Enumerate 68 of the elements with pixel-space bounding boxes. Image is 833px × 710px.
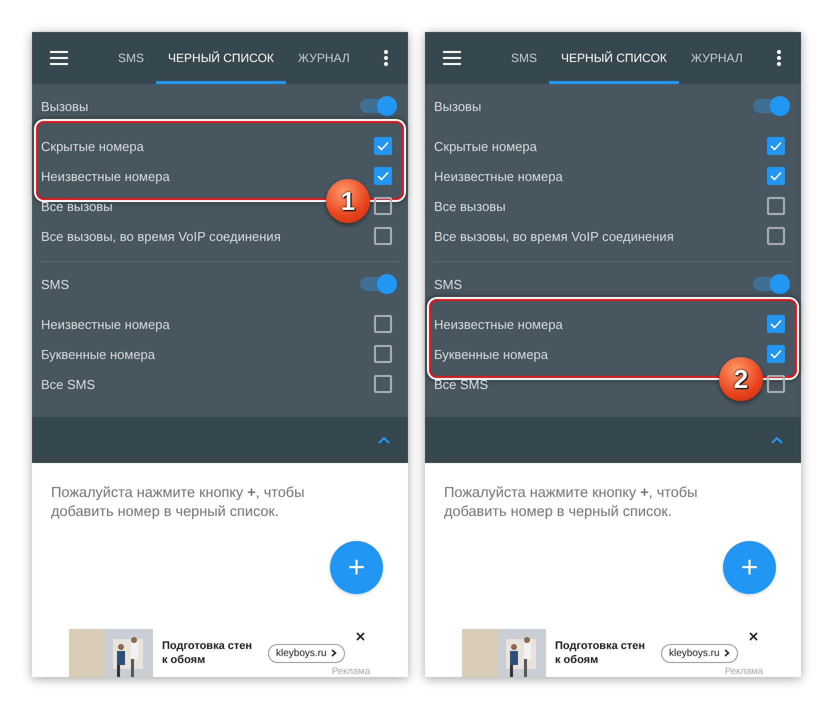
check-icon xyxy=(377,141,389,151)
checkbox[interactable] xyxy=(767,167,785,185)
checkbox[interactable] xyxy=(767,197,785,215)
option-label: Буквенные номера xyxy=(41,346,156,362)
checkbox[interactable] xyxy=(767,345,785,363)
option-label: Неизвестные номера xyxy=(434,316,563,332)
menu-icon[interactable] xyxy=(50,51,68,65)
check-icon xyxy=(770,171,782,181)
ad-link-button[interactable]: kleyboys.ru xyxy=(661,644,738,662)
option-label: Неизвестные номера xyxy=(41,316,170,332)
check-icon xyxy=(770,141,782,151)
option-label: Все вызовы, во время VoIP соединения xyxy=(41,228,281,244)
close-icon[interactable] xyxy=(749,632,758,641)
option-label: Скрытые номера xyxy=(434,138,537,154)
add-button[interactable]: + xyxy=(723,541,776,594)
chevron-up-icon[interactable] xyxy=(771,436,783,444)
toggle-switch[interactable] xyxy=(360,99,394,113)
section-title: SMS xyxy=(434,276,462,292)
ad-link-button[interactable]: kleyboys.ru xyxy=(268,644,345,662)
option-label: Все вызовы, во время VoIP соединения xyxy=(434,228,674,244)
section-title: Вызовы xyxy=(41,98,88,114)
check-icon xyxy=(770,319,782,329)
check-icon xyxy=(377,171,389,181)
tab[interactable]: ЖУРНАЛ xyxy=(678,32,755,84)
option-label: Скрытые номера xyxy=(41,138,144,154)
checkbox[interactable] xyxy=(767,315,785,333)
add-button[interactable]: + xyxy=(330,541,383,594)
checkbox[interactable] xyxy=(767,375,785,393)
menu-icon[interactable] xyxy=(443,51,461,65)
number-badge: 1 xyxy=(326,179,370,223)
ad-title: Подготовка стен к обоям xyxy=(555,639,646,667)
checkbox[interactable] xyxy=(374,167,392,185)
option-label: Все SMS xyxy=(41,376,96,392)
option-label: Все SMS xyxy=(434,376,488,392)
more-icon[interactable] xyxy=(776,50,781,66)
number-badge: 2 xyxy=(719,357,763,401)
more-icon[interactable] xyxy=(384,50,388,66)
section-title: Вызовы xyxy=(434,98,482,114)
empty-message: Пожалуйста нажмите кнопку +, чтобы добавить номер в черный список. xyxy=(444,484,699,522)
ad-label: Реклама xyxy=(332,666,370,677)
checkbox[interactable] xyxy=(374,227,392,245)
tab[interactable]: SMS xyxy=(499,32,550,84)
checkbox[interactable] xyxy=(374,197,392,215)
checkbox[interactable] xyxy=(374,345,392,363)
chevron-right-icon xyxy=(724,649,730,657)
check-icon xyxy=(770,349,782,359)
option-label: Неизвестные номера xyxy=(434,168,563,184)
option-label: Все вызовы xyxy=(41,198,113,214)
tab[interactable]: SMS xyxy=(106,32,156,84)
empty-message: Пожалуйста нажмите кнопку +, чтобы добавить номер в черный список. xyxy=(51,484,306,522)
option-label: Буквенные номера xyxy=(434,346,548,362)
checkbox[interactable] xyxy=(374,375,392,393)
toggle-switch[interactable] xyxy=(753,277,787,291)
section-title: SMS xyxy=(41,276,70,292)
checkbox[interactable] xyxy=(767,137,785,155)
tab[interactable]: ЖУРНАЛ xyxy=(286,32,362,84)
option-label: Все вызовы xyxy=(434,198,506,214)
checkbox[interactable] xyxy=(374,315,392,333)
checkbox[interactable] xyxy=(767,227,785,245)
ad-label: Реклама xyxy=(724,666,763,677)
toggle-switch[interactable] xyxy=(753,99,787,113)
chevron-up-icon[interactable] xyxy=(378,436,390,444)
toggle-switch[interactable] xyxy=(360,277,394,291)
option-label: Неизвестные номера xyxy=(41,168,170,184)
ad-title: Подготовка стен к обоям xyxy=(162,639,254,667)
chevron-right-icon xyxy=(330,649,337,657)
close-icon[interactable] xyxy=(356,632,365,641)
checkbox[interactable] xyxy=(374,137,392,155)
